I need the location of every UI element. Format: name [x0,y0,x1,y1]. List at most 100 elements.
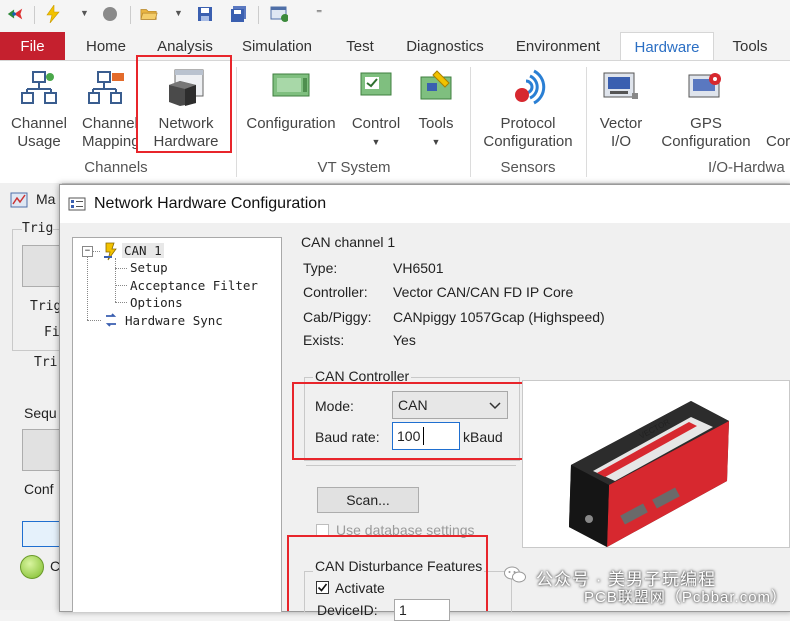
network-hardware-highlight [136,55,232,153]
group-io-hardware: I/O-Hardwa [708,159,785,176]
dialog-titlebar[interactable]: Network Hardware Configuration [60,185,790,223]
vector-io-label-2: I/O [610,133,631,150]
tree-item-options[interactable]: Options [130,295,183,310]
quick-access-toolbar: ▼ ▼ ⁼ [0,0,790,30]
control-dropdown-icon[interactable]: ▼ [346,133,406,151]
network-hardware-configuration-dialog: Network Hardware Configuration − CAN 1 S… [59,184,790,621]
tab-hardware[interactable]: Hardware [620,32,714,62]
config-icon[interactable] [270,5,288,23]
background-window: Ma Trig Trig Fi Tri Sequ Conf C [0,183,64,610]
channel-tree: − CAN 1 Setup Acceptance Filter Options … [72,237,282,612]
channel-mapping-button[interactable]: Channel Mapping [76,61,138,156]
channel-mapping-label-1: Channel [82,115,138,132]
save-icon[interactable] [196,5,214,23]
group-channels: Channels [84,159,148,176]
lightning-dropdown-icon[interactable]: ▼ [80,8,89,18]
separator [306,465,516,466]
gps-icon [687,71,725,108]
gps-configuration-label-1: GPS [690,115,722,132]
cor-button[interactable]: Cor [766,133,790,151]
customize-icon[interactable]: ⁼ [316,6,322,20]
vector-io-icon [602,71,640,108]
bg-button-2[interactable] [22,429,64,471]
open-dropdown-icon[interactable]: ▼ [174,8,183,18]
bg-window-title: Ma [36,191,56,207]
bg-label-trig-2: Trig [30,299,62,314]
lightning-icon[interactable] [44,5,62,23]
configuration-button[interactable]: Configuration [242,61,340,156]
gps-configuration-label-2: Configuration [661,133,751,150]
can-controller-highlight [292,382,524,460]
group-sensors: Sensors [500,159,556,176]
vt-control-icon [357,69,395,108]
vt-configuration-icon [271,71,311,106]
save-all-icon[interactable] [230,5,248,23]
control-button[interactable]: Control ▼ [346,61,406,156]
group-vt-system: VT System [317,159,391,176]
tab-simulation[interactable]: Simulation [236,32,318,60]
dialog-title: Network Hardware Configuration [94,195,327,212]
tab-tools[interactable]: Tools [724,32,776,60]
cor-label: Cor [766,133,790,150]
tools-dropdown-icon[interactable]: ▼ [408,133,464,151]
tree-item-can1[interactable]: CAN 1 [122,243,164,258]
control-label: Control [351,115,401,132]
tools-button[interactable]: Tools ▼ [408,61,464,156]
configuration-label: Configuration [246,115,336,132]
channel-mapping-label-2: Mapping [82,133,138,150]
type-label: Type: [303,260,338,276]
gps-configuration-button[interactable]: GPS Configuration [656,61,756,156]
tree-item-acceptance-filter[interactable]: Acceptance Filter [130,278,258,293]
vector-io-button[interactable]: Vector I/O [590,61,652,156]
scan-button[interactable]: Scan... [317,487,419,513]
tree-item-can1-label: CAN 1 [124,243,162,258]
bg-button-3[interactable] [22,521,64,547]
sensor-protocol-icon [508,67,548,112]
hardware-sync-icon [103,312,119,331]
exists-value: Yes [393,332,416,348]
vector-io-label-1: Vector [599,115,643,132]
vt-tools-icon [417,69,455,108]
channel-usage-label-1: Channel [11,115,67,132]
bg-label-conf: Conf [24,481,54,497]
bg-label-sequ: Sequ [24,405,57,421]
device-image: VECTOR [522,380,790,548]
protocol-configuration-button[interactable]: Protocol Configuration [476,61,580,156]
protocol-configuration-label-2: Configuration [483,133,573,150]
can-channel-icon [102,241,120,264]
app-logo-icon[interactable] [6,5,24,23]
record-icon[interactable] [101,5,119,23]
channel-usage-icon [21,71,57,110]
exists-label: Exists: [303,332,345,348]
status-led-icon [20,555,44,579]
cab-piggy-label: Cab/Piggy: [303,309,372,325]
type-value: VH6501 [393,260,444,276]
watermark-site: PCB联盟网（Pcbbar.com） [584,589,788,606]
controller-label: Controller: [303,284,368,300]
tree-item-setup[interactable]: Setup [130,260,168,275]
bg-label-tri: Tri [34,355,58,370]
channel-mapping-icon [88,71,126,110]
dialog-icon [68,196,86,215]
tab-file[interactable]: File [0,32,65,60]
controller-value: Vector CAN/CAN FD IP Core [393,284,574,300]
protocol-configuration-label-1: Protocol [500,115,556,132]
tab-diagnostics[interactable]: Diagnostics [402,32,488,60]
channel-usage-button[interactable]: Channel Usage [6,61,72,156]
bg-label-trig-1: Trig [22,221,54,236]
open-folder-icon[interactable] [140,5,158,23]
tab-test[interactable]: Test [336,32,384,60]
bg-label-fi: Fi [44,325,60,340]
disturbance-highlight [287,535,488,611]
wechat-icon [504,566,526,584]
tree-item-hardware-sync[interactable]: Hardware Sync [125,313,223,328]
ribbon-panel: Channel Usage Channel Mapping Network Ha… [0,60,790,184]
bg-button-1[interactable] [22,245,64,287]
channel-title: CAN channel 1 [301,234,396,250]
tools-label: Tools [418,115,454,132]
channel-usage-label-2: Usage [17,133,61,150]
measurement-icon [10,192,28,208]
cab-piggy-value: CANpiggy 1057Gcap (Highspeed) [393,309,605,325]
tab-home[interactable]: Home [76,32,136,60]
tab-environment[interactable]: Environment [508,32,608,60]
